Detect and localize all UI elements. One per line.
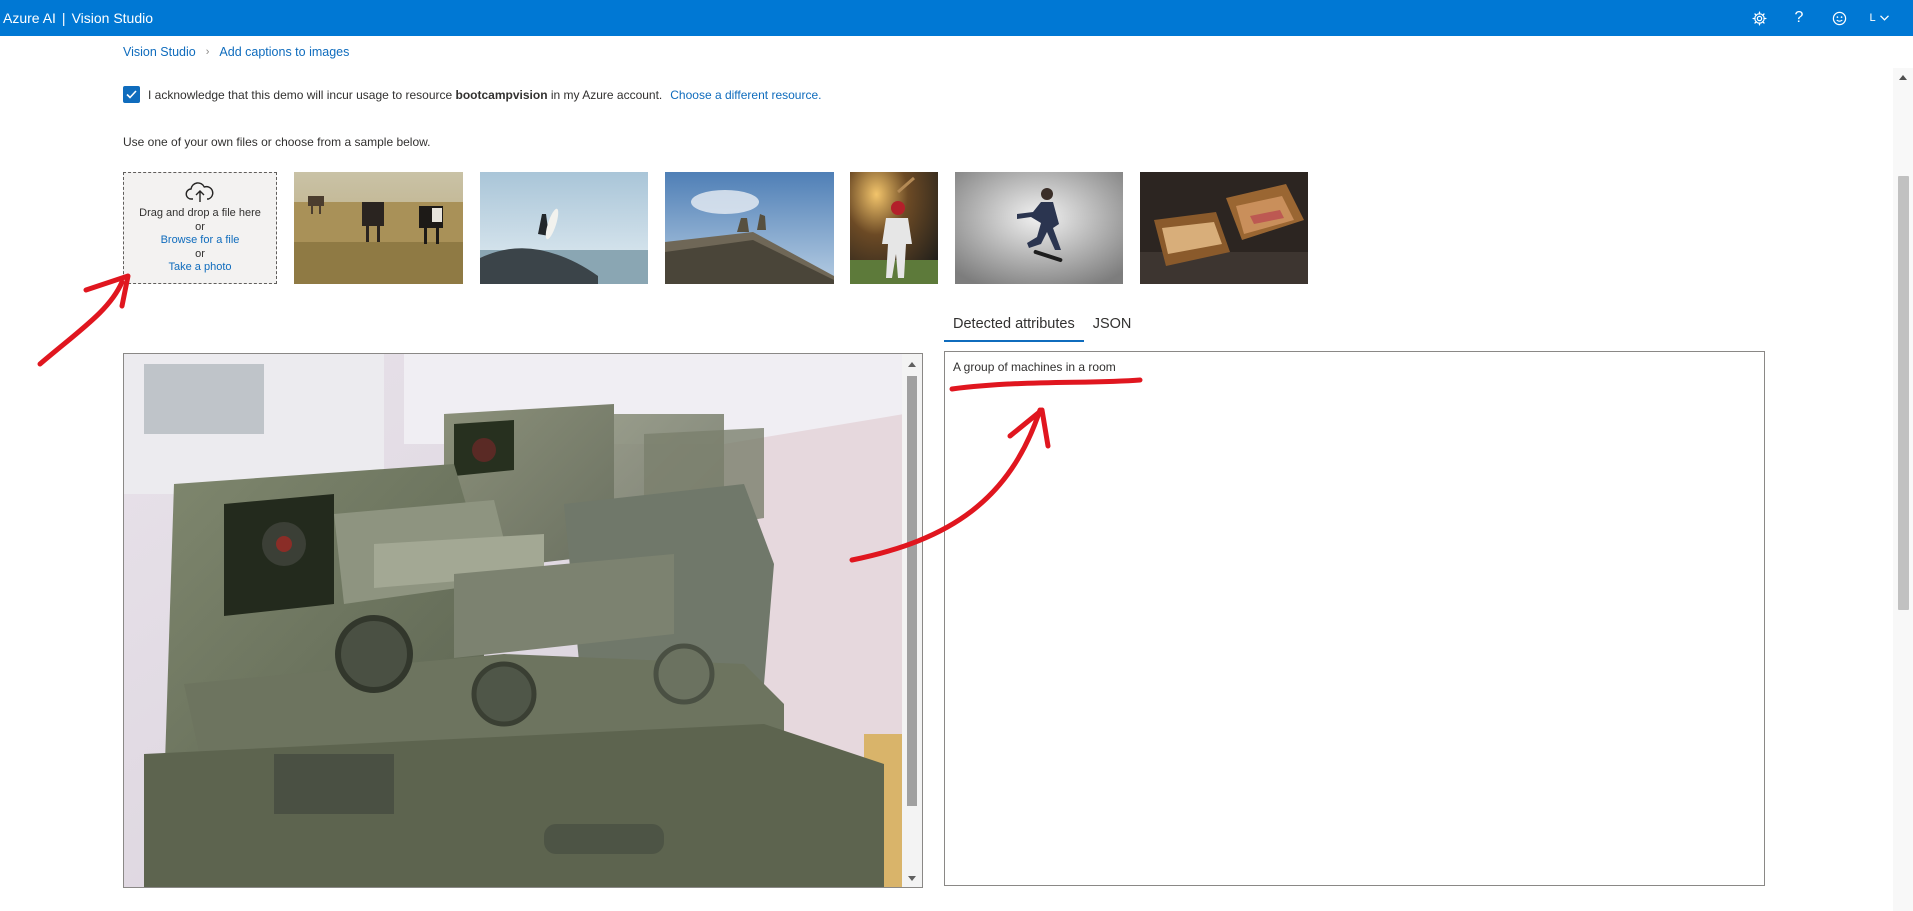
app-brand[interactable]: Azure AI | Vision Studio bbox=[3, 10, 153, 26]
tab-detected-attributes[interactable]: Detected attributes bbox=[944, 312, 1084, 342]
image-scrollbar[interactable] bbox=[902, 354, 922, 887]
resource-name: bootcampvision bbox=[455, 87, 548, 102]
top-bar: Azure AI | Vision Studio ? L bbox=[0, 0, 1913, 36]
smiley-icon bbox=[1832, 11, 1846, 25]
caption-result: A group of machines in a room bbox=[953, 360, 1116, 374]
browse-file-link[interactable]: Browse for a file bbox=[161, 234, 240, 248]
or-text-1: or bbox=[195, 220, 205, 233]
sample-image-cows[interactable] bbox=[294, 172, 463, 284]
file-drop-zone[interactable]: Drag and drop a file here or Browse for … bbox=[123, 172, 277, 284]
take-photo-link[interactable]: Take a photo bbox=[169, 261, 232, 275]
breadcrumb: Vision Studio › Add captions to images bbox=[123, 45, 349, 59]
acknowledge-text: I acknowledge that this demo will incur … bbox=[148, 87, 453, 102]
help-icon: ? bbox=[1794, 9, 1804, 26]
brand-separator: | bbox=[61, 10, 66, 26]
acknowledge-row: I acknowledge that this demo will incur … bbox=[123, 86, 821, 103]
analyzed-image-lathes bbox=[124, 354, 904, 887]
acknowledge-checkbox[interactable] bbox=[123, 86, 140, 103]
gear-icon bbox=[1751, 10, 1767, 26]
or-text-2: or bbox=[195, 247, 205, 260]
product-name: Vision Studio bbox=[71, 10, 154, 26]
sample-image-sandwich[interactable] bbox=[1140, 172, 1308, 284]
result-tabs: Detected attributes JSON bbox=[944, 312, 1140, 342]
image-preview bbox=[123, 353, 923, 888]
upload-hint: Use one of your own files or choose from… bbox=[123, 135, 431, 149]
feedback-button[interactable] bbox=[1819, 0, 1859, 36]
sample-image-surfer[interactable] bbox=[480, 172, 648, 284]
help-button[interactable]: ? bbox=[1779, 0, 1819, 36]
drag-drop-text: Drag and drop a file here bbox=[139, 207, 261, 219]
sample-image-skateboarder[interactable] bbox=[955, 172, 1123, 284]
top-actions: ? L bbox=[1739, 0, 1899, 36]
page-scroll-thumb[interactable] bbox=[1898, 176, 1909, 610]
scroll-up-icon bbox=[1899, 75, 1907, 80]
account-menu[interactable]: L bbox=[1859, 0, 1899, 36]
detected-attributes-panel: A group of machines in a room bbox=[944, 351, 1765, 886]
breadcrumb-add-captions[interactable]: Add captions to images bbox=[219, 45, 349, 59]
sample-image-building[interactable] bbox=[665, 172, 834, 284]
settings-button[interactable] bbox=[1739, 0, 1779, 36]
acknowledge-text-after: in my Azure account. bbox=[550, 87, 663, 102]
breadcrumb-vision-studio[interactable]: Vision Studio bbox=[123, 45, 196, 59]
account-initial: L bbox=[1869, 12, 1876, 24]
page-scrollbar[interactable] bbox=[1893, 68, 1913, 911]
brand-name: Azure AI bbox=[3, 10, 56, 26]
breadcrumb-separator-icon: › bbox=[205, 46, 210, 58]
cloud-upload-icon bbox=[185, 182, 214, 202]
choose-resource-link[interactable]: Choose a different resource. bbox=[670, 88, 821, 102]
checkmark-icon bbox=[126, 90, 137, 99]
tab-json[interactable]: JSON bbox=[1084, 312, 1141, 342]
chevron-down-icon bbox=[1879, 15, 1889, 21]
sample-image-baseball[interactable] bbox=[850, 172, 938, 284]
